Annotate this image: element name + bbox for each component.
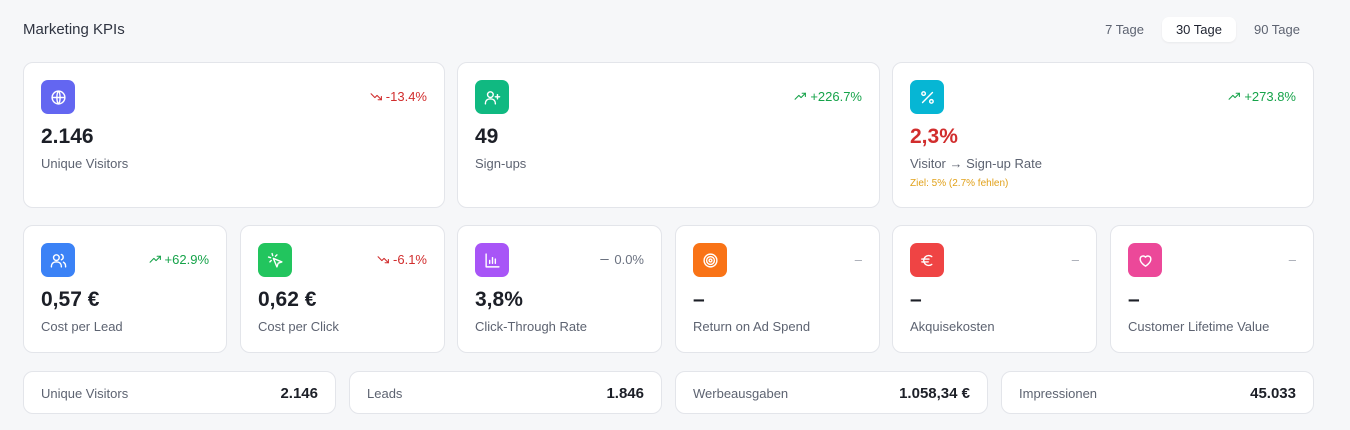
kpi-label: Click-Through Rate xyxy=(475,319,587,334)
kpi-card-cost-per-lead: +62.9% 0,57 € Cost per Lead xyxy=(23,225,227,353)
trend-up-icon xyxy=(794,92,807,100)
trend-value: +273.8% xyxy=(1244,89,1296,104)
kpi-card-acquisition-cost: – – Akquisekosten xyxy=(892,225,1097,353)
trend-value: +62.9% xyxy=(164,252,209,267)
trend-down-icon xyxy=(370,93,382,101)
globe-icon xyxy=(41,80,75,114)
summary-leads: Leads 1.846 xyxy=(349,371,662,414)
summary-label: Unique Visitors xyxy=(41,386,129,401)
kpi-card-cost-per-click: -6.1% 0,62 € Cost per Click xyxy=(240,225,445,353)
trend-value: +226.7% xyxy=(810,89,862,104)
kpi-label: Cost per Click xyxy=(258,319,339,334)
range-90-days[interactable]: 90 Tage xyxy=(1240,17,1314,42)
summary-ad-spend: Werbeausgaben 1.058,34 € xyxy=(675,371,988,414)
kpi-label: Cost per Lead xyxy=(41,319,123,334)
trend-up-icon xyxy=(1228,92,1241,100)
trend-indicator: +273.8% xyxy=(1228,89,1296,104)
summary-value: 45.033 xyxy=(1250,385,1296,402)
kpi-label: Visitor → Sign-up Rate xyxy=(910,156,1042,171)
users-icon xyxy=(41,243,75,277)
kpi-card-click-through-rate: 0.0% 3,8% Click-Through Rate xyxy=(457,225,662,353)
kpi-card-customer-lifetime-value: – – Customer Lifetime Value xyxy=(1110,225,1314,353)
summary-value: 1.846 xyxy=(606,385,644,402)
trend-value: -6.1% xyxy=(393,252,427,267)
kpi-label: Akquisekosten xyxy=(910,319,995,334)
kpi-value: 2.146 xyxy=(41,125,94,148)
trend-indicator: +226.7% xyxy=(794,89,862,104)
summary-impressions: Impressionen 45.033 xyxy=(1001,371,1314,414)
kpi-label: Unique Visitors xyxy=(41,156,129,171)
kpi-card-roas: – – Return on Ad Spend xyxy=(675,225,880,353)
kpi-label: Sign-ups xyxy=(475,156,527,171)
summary-unique-visitors: Unique Visitors 2.146 xyxy=(23,371,336,414)
trend-indicator: -13.4% xyxy=(370,89,427,104)
summary-value: 1.058,34 € xyxy=(899,385,970,402)
heart-icon xyxy=(1128,243,1162,277)
summary-label: Werbeausgaben xyxy=(693,386,789,401)
user-plus-icon xyxy=(475,80,509,114)
kpi-card-conversion-rate: +273.8% 2,3% Visitor → Sign-up Rate Ziel… xyxy=(892,62,1314,208)
trend-flat-icon xyxy=(600,258,610,261)
euro-icon xyxy=(910,243,944,277)
summary-label: Impressionen xyxy=(1019,386,1098,401)
trend-indicator: 0.0% xyxy=(598,252,644,267)
trend-indicator: +62.9% xyxy=(149,252,209,267)
trend-indicator: – xyxy=(1072,252,1079,267)
kpi-value: 2,3% xyxy=(910,125,958,148)
trend-value: – xyxy=(854,252,862,267)
trend-indicator: -6.1% xyxy=(377,252,427,267)
trend-indicator: – xyxy=(855,252,862,267)
target-icon xyxy=(693,243,727,277)
kpi-label: Customer Lifetime Value xyxy=(1128,319,1270,334)
kpi-value: – xyxy=(910,288,922,311)
summary-label: Leads xyxy=(367,386,403,401)
kpi-label: Return on Ad Spend xyxy=(693,319,811,334)
kpi-value: 0,57 € xyxy=(41,288,100,311)
kpi-value: 49 xyxy=(475,125,499,148)
range-7-days[interactable]: 7 Tage xyxy=(1091,17,1158,42)
bar-chart-icon xyxy=(475,243,509,277)
trend-indicator: – xyxy=(1289,252,1296,267)
kpi-card-sign-ups: +226.7% 49 Sign-ups xyxy=(457,62,880,208)
range-30-days[interactable]: 30 Tage xyxy=(1161,17,1236,42)
trend-value: 0.0% xyxy=(614,252,644,267)
kpi-value: 3,8% xyxy=(475,288,523,311)
cursor-click-icon xyxy=(258,243,292,277)
summary-value: 2.146 xyxy=(280,385,318,402)
kpi-value: – xyxy=(1128,288,1140,311)
trend-value: -13.4% xyxy=(385,89,427,104)
trend-value: – xyxy=(1288,252,1296,267)
date-range-selector: 7 Tage 30 Tage 90 Tage xyxy=(1091,17,1314,42)
kpi-card-unique-visitors: -13.4% 2.146 Unique Visitors xyxy=(23,62,445,208)
trend-value: – xyxy=(1071,252,1079,267)
trend-down-icon xyxy=(377,256,389,264)
goal-hint: Ziel: 5% (2.7% fehlen) xyxy=(910,178,1009,189)
trend-up-icon xyxy=(149,255,161,263)
kpi-value: 0,62 € xyxy=(258,288,317,311)
kpi-value: – xyxy=(693,288,705,311)
page-title: Marketing KPIs xyxy=(23,21,125,38)
percent-icon xyxy=(910,80,944,114)
